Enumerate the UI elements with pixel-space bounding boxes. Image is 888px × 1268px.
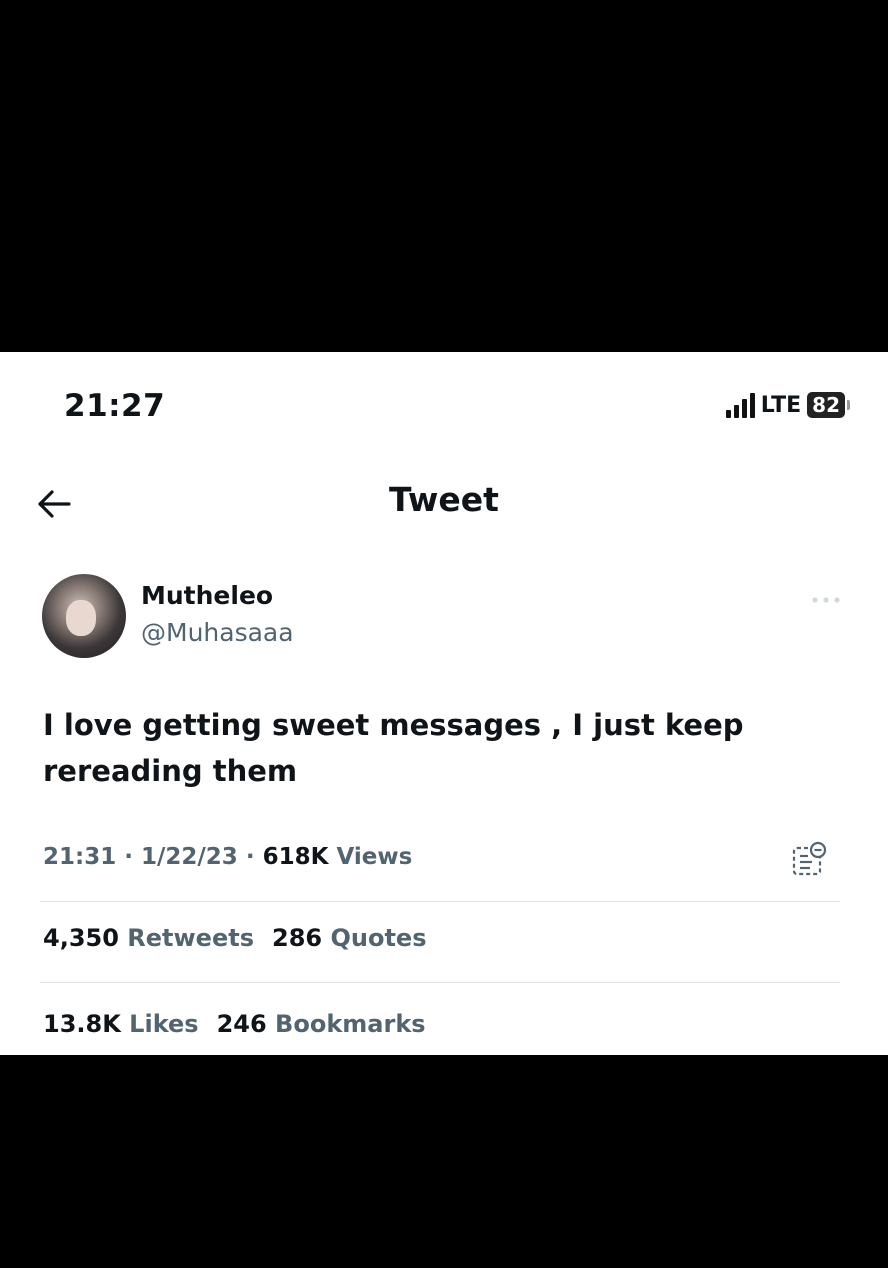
signal-icon <box>725 392 755 418</box>
quotes-stat[interactable]: 286 Quotes <box>272 924 426 952</box>
views-label[interactable]: Views <box>336 844 412 870</box>
tweet-screen: 21:27 LTE 82 Tweet Mutheleo @Muhasaaa I … <box>0 352 888 1055</box>
avatar[interactable] <box>42 574 126 658</box>
battery-icon: 82 <box>807 392 850 418</box>
views-count: 618K <box>262 844 329 870</box>
engagement-stats-row-2: 13.8K Likes 246 Bookmarks <box>43 1010 426 1038</box>
tweet-meta: 21:31 · 1/22/23 · 618K Views <box>43 844 413 870</box>
page-title: Tweet <box>389 480 499 519</box>
network-type: LTE <box>760 392 802 418</box>
likes-stat[interactable]: 13.8K Likes <box>43 1010 199 1038</box>
author-name[interactable]: Mutheleo <box>141 581 273 610</box>
more-options-icon[interactable] <box>810 590 842 609</box>
battery-level: 82 <box>807 392 845 418</box>
tweet-time: 21:31 <box>43 844 117 870</box>
tweet-text: I love getting sweet messages , I just k… <box>43 708 744 788</box>
author-handle[interactable]: @Muhasaaa <box>141 618 294 647</box>
bookmarks-stat[interactable]: 246 Bookmarks <box>217 1010 426 1038</box>
status-indicators: LTE 82 <box>725 392 850 418</box>
retweets-stat[interactable]: 4,350 Retweets <box>43 924 254 952</box>
analytics-icon[interactable] <box>791 840 827 882</box>
divider <box>40 982 840 983</box>
engagement-stats-row-1: 4,350 Retweets 286 Quotes <box>43 924 426 952</box>
status-time: 21:27 <box>64 388 166 424</box>
divider <box>40 901 840 902</box>
tweet-date: 1/22/23 <box>140 844 238 870</box>
